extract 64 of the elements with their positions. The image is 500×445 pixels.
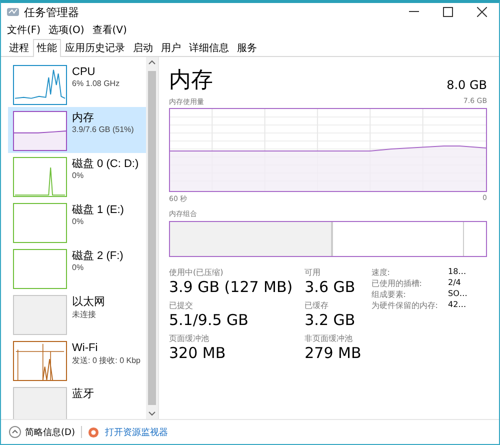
menu-item[interactable]: 文件(F)	[7, 23, 41, 37]
stat-label: 非页面缓冲池	[304, 333, 354, 344]
sidebar-item[interactable]: Wi-Fi 发送: 0 接收: 0 Kbp	[8, 337, 146, 383]
item-name: 内存	[72, 111, 95, 125]
stat-value: 5.1/9.5 GB	[169, 311, 250, 329]
sidebar-item[interactable]: 蓝牙	[8, 383, 146, 419]
maximize-icon[interactable]	[443, 7, 453, 17]
sidebar-item[interactable]: 内存 3.9/7.6 GB (51%)	[8, 107, 146, 153]
stat-label: 页面缓冲池	[169, 333, 210, 344]
item-name: CPU	[72, 65, 96, 79]
item-detail: 0%	[72, 171, 85, 180]
item-detail: 0%	[72, 217, 85, 226]
stat-value: 3.9 GB (127 MB)	[169, 278, 293, 296]
stat-label: 已缓存	[304, 300, 330, 311]
tab[interactable]: 用户	[157, 39, 185, 56]
item-detail: 未连接	[72, 309, 97, 320]
stat-value: 279 MB	[304, 344, 362, 362]
resource-monitor-link[interactable]: 打开资源监视器	[104, 426, 168, 438]
window-title: 任务管理器	[24, 4, 80, 20]
app-icon	[7, 7, 19, 17]
sidebar-item[interactable]: 磁盘 2 (F:) 0%	[8, 245, 146, 291]
minimize-icon[interactable]	[409, 11, 419, 13]
stat-value: 3.6 GB	[304, 278, 356, 296]
item-name: 磁盘 2 (F:)	[72, 249, 124, 263]
stat-label: 使用中(已压缩)	[169, 267, 224, 278]
property-value: 42…	[448, 300, 468, 311]
tab[interactable]: 详细信息	[185, 39, 233, 56]
property-value: SO…	[448, 289, 468, 300]
stat-value: 320 MB	[169, 344, 227, 362]
tab[interactable]: 性能	[33, 39, 61, 57]
section-title: 内存	[169, 67, 213, 95]
fewer-details-button[interactable]: 简略信息(D)	[9, 426, 75, 438]
tab[interactable]: 启动	[129, 39, 157, 56]
item-name: 以太网	[72, 295, 105, 309]
total-memory: 8.0 GB	[446, 78, 487, 94]
stat-label: 已提交	[169, 300, 194, 311]
item-detail: 6% 1.08 GHz	[72, 79, 120, 88]
stat-value: 3.2 GB	[304, 311, 356, 329]
tab[interactable]: 应用历史记录	[61, 39, 129, 56]
stat-label: 可用	[304, 267, 322, 278]
menu-item[interactable]: 查看(V)	[92, 23, 127, 37]
property-value: 2/4	[448, 278, 462, 289]
property-value: 18…	[448, 267, 468, 278]
item-name: 磁盘 1 (E:)	[72, 203, 124, 217]
sidebar-item[interactable]: CPU 6% 1.08 GHz	[8, 61, 146, 107]
item-name: 磁盘 0 (C: D:)	[72, 157, 139, 171]
item-detail: 3.9/7.6 GB (51%)	[72, 125, 134, 134]
close-icon[interactable]	[477, 7, 487, 17]
sidebar-item[interactable]: 磁盘 0 (C: D:) 0%	[8, 153, 146, 199]
property-label: 速度:	[371, 267, 391, 278]
tab[interactable]: 进程	[5, 39, 33, 56]
sidebar-item[interactable]: 以太网 未连接	[8, 291, 146, 337]
menu-item[interactable]: 选项(O)	[48, 23, 84, 37]
property-label: 为硬件保留的内存:	[371, 300, 438, 311]
property-label: 组成要素:	[371, 289, 407, 300]
item-name: 蓝牙	[72, 387, 94, 401]
chevron-up-icon[interactable]	[9, 426, 21, 438]
item-detail: 0%	[72, 263, 85, 272]
sidebar-item[interactable]: 磁盘 1 (E:) 0%	[8, 199, 146, 245]
scrollbar[interactable]	[146, 57, 158, 419]
item-name: Wi-Fi	[72, 341, 99, 355]
tab[interactable]: 服务	[233, 39, 261, 56]
property-label: 已使用的插槽:	[371, 278, 423, 289]
item-detail: 发送: 0 接收: 0 Kbp	[72, 355, 140, 366]
